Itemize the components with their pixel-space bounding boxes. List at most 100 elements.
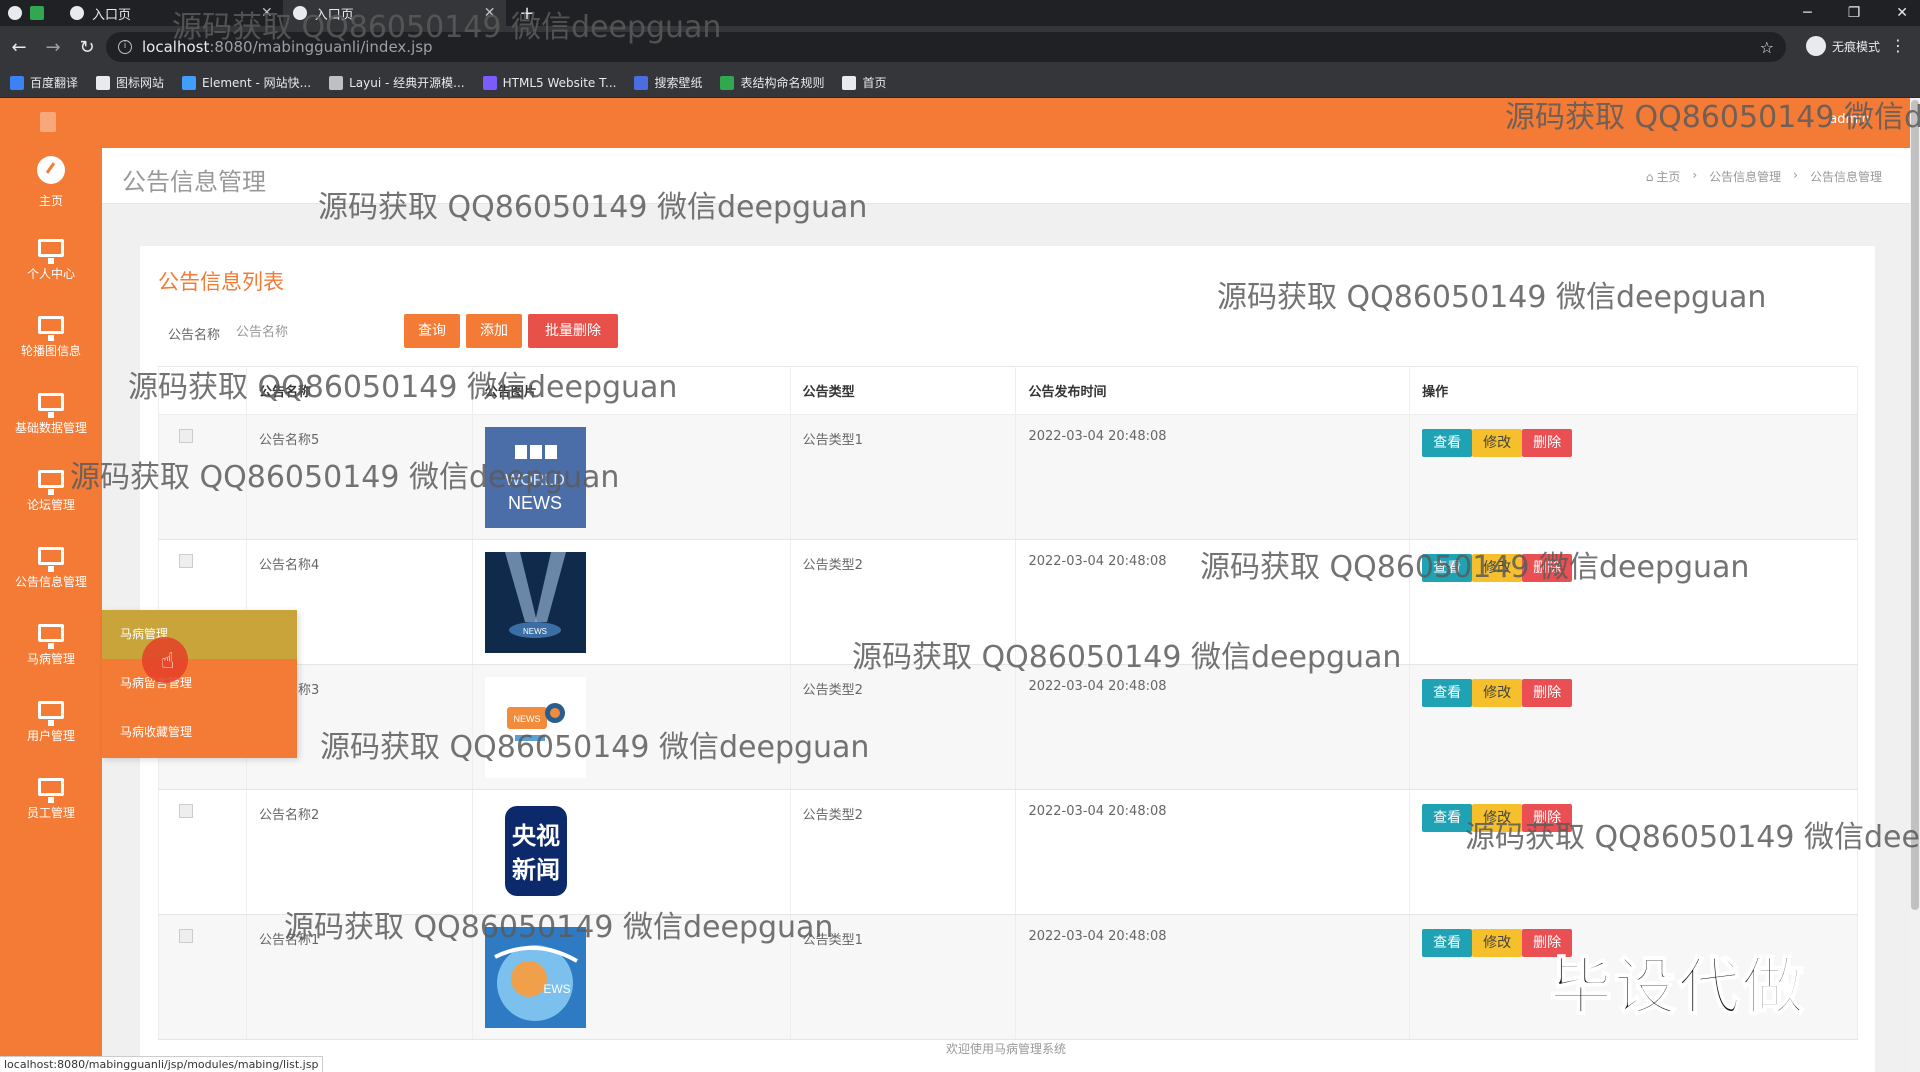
- row-select-cell: [158, 914, 247, 1040]
- bookmark-icon: [10, 75, 24, 90]
- browser-tab-extra[interactable]: [0, 0, 60, 26]
- delete-button[interactable]: 删除: [1522, 679, 1573, 707]
- browser-tab[interactable]: 入口页 ✕: [60, 0, 283, 26]
- announcement-name: 公告名称1: [245, 914, 473, 1040]
- breadcrumb-item[interactable]: 公告信息管理: [1709, 168, 1781, 185]
- view-button[interactable]: 查看: [1422, 679, 1473, 707]
- row-actions: 查看 修改 删除: [1422, 429, 1845, 457]
- announcement-name: 公告名称2: [245, 789, 473, 915]
- table-row: 公告名称4 NEWS 公告类型2 2022-03-04 20:48:08 查看 修改 删除: [158, 539, 1858, 665]
- bookmark-star-icon[interactable]: ☆: [1760, 38, 1774, 57]
- bookmark-label: 搜索壁纸: [654, 76, 703, 90]
- view-button[interactable]: 查看: [1422, 429, 1473, 457]
- svg-text:央视: 央视: [512, 822, 560, 850]
- delete-button[interactable]: 删除: [1522, 429, 1573, 457]
- bookmark-label: 图标网站: [116, 76, 165, 90]
- minimize-icon[interactable]: ─: [1803, 5, 1811, 21]
- batch-delete-button[interactable]: 批量删除: [528, 314, 618, 348]
- delete-button[interactable]: 删除: [1522, 804, 1573, 832]
- back-icon[interactable]: ←: [4, 37, 34, 58]
- breadcrumb-separator: ›: [1793, 168, 1798, 182]
- sidebar-item[interactable]: 主页: [0, 150, 102, 220]
- table-row: 公告名称3NEWS公告类型22022-03-04 20:48:08查看修改删除: [158, 664, 1858, 790]
- sidebar-item[interactable]: 个人中心: [0, 227, 102, 297]
- bookmark-item[interactable]: 百度翻译: [10, 74, 78, 91]
- incognito-label: 无痕模式: [1831, 39, 1880, 54]
- edit-button[interactable]: 修改: [1472, 929, 1523, 957]
- sidebar-item[interactable]: 公告信息管理: [0, 535, 102, 605]
- scrollbar-thumb[interactable]: [1911, 100, 1919, 910]
- breadcrumb-separator: ›: [1692, 168, 1698, 182]
- info-icon[interactable]: i: [118, 40, 132, 54]
- bookmark-item[interactable]: 首页: [842, 74, 887, 91]
- header-name: 公告名称: [245, 366, 473, 415]
- breadcrumb-home[interactable]: ⌂ 主页: [1646, 168, 1681, 185]
- row-checkbox[interactable]: [179, 429, 193, 443]
- submenu-item-horse-disease-favorites[interactable]: 马病收藏管理: [102, 708, 297, 757]
- announcement-type: 公告类型2: [789, 789, 1017, 915]
- delete-button[interactable]: 删除: [1522, 554, 1573, 582]
- sidebar-item[interactable]: 论坛管理: [0, 458, 102, 528]
- announcement-type: 公告类型1: [789, 414, 1017, 540]
- main-content: 公告信息管理 ⌂ 主页 › 公告信息管理 › 公告信息管理 公告信息列表 公告名称…: [102, 148, 1910, 1072]
- page-scrollbar[interactable]: [1910, 98, 1920, 1072]
- actions-cell: 查看 修改 删除: [1409, 414, 1858, 540]
- bookmark-item[interactable]: Element - 网站快...: [182, 74, 311, 91]
- promo-overlay-text: 毕设代做: [1549, 949, 1807, 1024]
- bookmark-item[interactable]: HTML5 Website T...: [482, 75, 616, 90]
- close-window-icon[interactable]: ✕: [1896, 5, 1908, 21]
- close-icon[interactable]: ✕: [484, 5, 496, 21]
- submenu-item-horse-disease[interactable]: 马病管理: [102, 610, 297, 659]
- forward-icon[interactable]: →: [38, 37, 68, 58]
- restore-icon[interactable]: ❐: [1848, 5, 1861, 21]
- sidebar-item-label: 个人中心: [26, 267, 75, 281]
- user-menu[interactable]: admin: [1829, 112, 1870, 127]
- sidebar-item[interactable]: 员工管理: [0, 766, 102, 836]
- bookmark-item[interactable]: Layui - 经典开源模...: [329, 74, 465, 91]
- monitor-icon: [38, 470, 64, 495]
- row-checkbox[interactable]: [179, 929, 193, 943]
- sidebar-item[interactable]: 轮播图信息: [0, 304, 102, 374]
- view-button[interactable]: 查看: [1422, 554, 1473, 582]
- edit-button[interactable]: 修改: [1472, 554, 1523, 582]
- sidebar-item-label: 轮播图信息: [20, 344, 81, 358]
- browser-tab-strip: 入口页 ✕ 入口页 ✕ + ─ ❐ ✕: [0, 0, 1920, 26]
- breadcrumb-current: 公告信息管理: [1809, 170, 1882, 184]
- edit-button[interactable]: 修改: [1472, 804, 1523, 832]
- footer-text: 欢迎使用马病管理系统: [945, 1042, 1066, 1056]
- incognito-indicator[interactable]: 无痕模式: [1805, 36, 1880, 56]
- bookmark-item[interactable]: 表结构命名规则: [720, 74, 824, 91]
- new-tab-button[interactable]: +: [520, 3, 535, 24]
- search-input[interactable]: [230, 316, 410, 348]
- header-type: 公告类型: [789, 366, 1017, 415]
- reload-icon[interactable]: ↻: [72, 37, 102, 58]
- row-checkbox[interactable]: [179, 804, 193, 818]
- view-button[interactable]: 查看: [1422, 804, 1473, 832]
- bookmark-item[interactable]: 图标网站: [96, 74, 164, 91]
- sidebar-item[interactable]: 基础数据管理: [0, 381, 102, 451]
- announcement-time: 2022-03-04 20:48:08: [1015, 789, 1411, 915]
- browser-tab-active[interactable]: 入口页 ✕: [282, 0, 506, 26]
- edit-button[interactable]: 修改: [1472, 429, 1523, 457]
- view-button[interactable]: 查看: [1422, 929, 1473, 957]
- globe-icon: [292, 6, 307, 20]
- bookmark-item[interactable]: 搜索壁纸: [634, 74, 702, 91]
- edit-button[interactable]: 修改: [1472, 679, 1523, 707]
- svg-text:NEWS: NEWS: [513, 714, 540, 724]
- url-field[interactable]: i localhost:8080/mabingguanli/index.jsp …: [106, 32, 1786, 62]
- query-button[interactable]: 查询: [404, 314, 460, 348]
- sidebar-item[interactable]: 用户管理: [0, 689, 102, 759]
- submenu-item-horse-disease-messages[interactable]: 马病留言管理: [102, 659, 297, 708]
- add-button[interactable]: 添加: [466, 314, 522, 348]
- sidebar-item-label: 员工管理: [26, 806, 75, 820]
- sidebar-item[interactable]: 马病管理: [0, 612, 102, 682]
- announcement-thumbnail: NEWS: [484, 552, 778, 653]
- breadcrumb: ⌂ 主页 › 公告信息管理 › 公告信息管理: [1646, 168, 1882, 185]
- home-icon: ⌂: [1645, 170, 1654, 184]
- close-icon[interactable]: ✕: [261, 5, 273, 21]
- announcement-image-cell: 央视 新闻: [471, 789, 791, 915]
- sidebar-item-label: 马病管理: [26, 652, 75, 666]
- bookmark-icon: [842, 75, 857, 90]
- row-checkbox[interactable]: [179, 554, 193, 568]
- browser-menu-icon[interactable]: ⋮: [1890, 36, 1906, 55]
